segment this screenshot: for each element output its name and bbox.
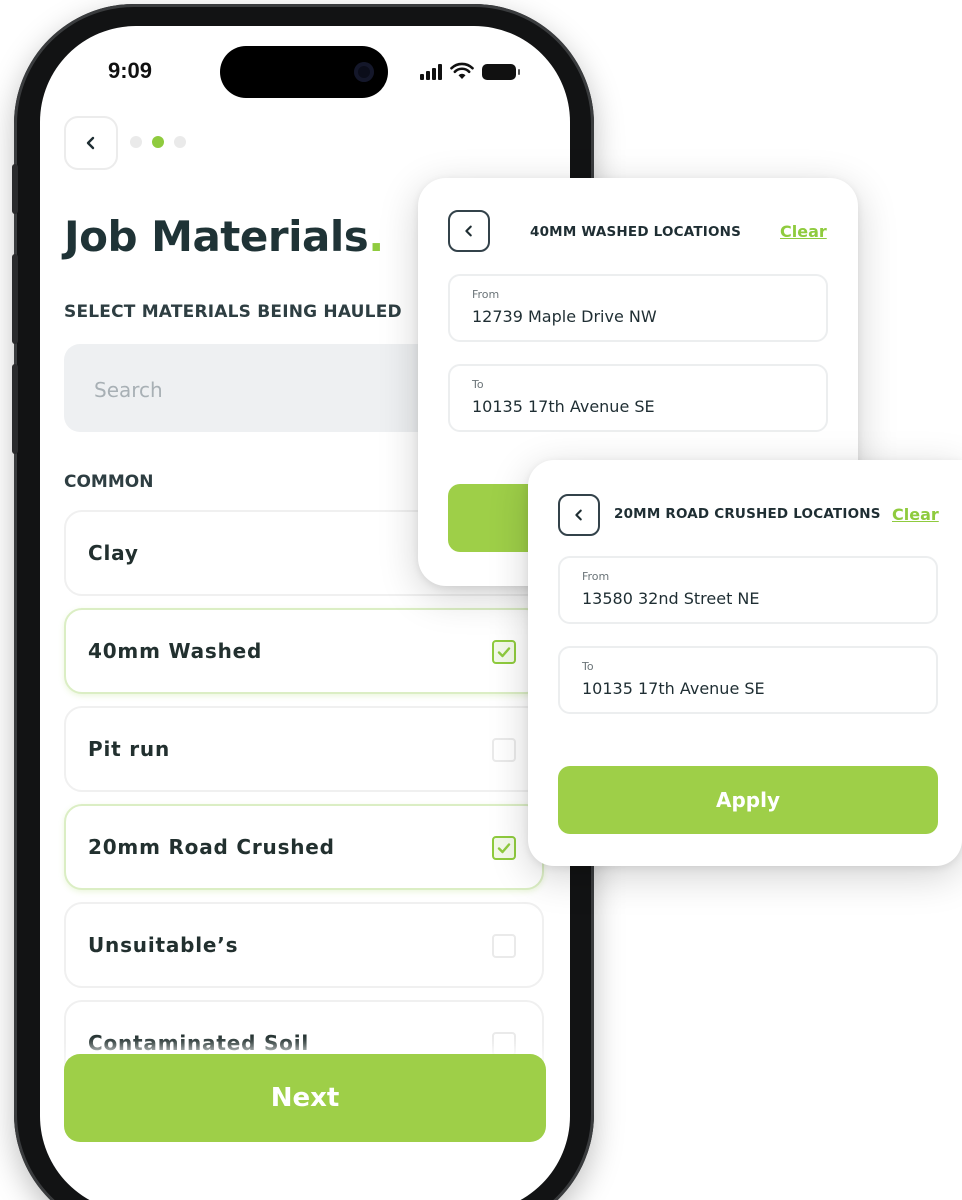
- camera-icon: [354, 62, 374, 82]
- phone-silent-switch: [12, 164, 18, 214]
- apply-button[interactable]: Apply: [558, 766, 938, 834]
- dynamic-island: [220, 46, 388, 98]
- status-time: 9:09: [108, 58, 153, 83]
- material-checkbox[interactable]: [492, 836, 516, 860]
- battery-icon: [482, 64, 520, 80]
- page-subtitle: SELECT MATERIALS BEING HAULED: [64, 302, 402, 322]
- to-value: 10135 17th Avenue SE: [472, 397, 655, 416]
- material-checkbox[interactable]: [492, 640, 516, 664]
- material-label: Contaminated Soil: [88, 1031, 310, 1055]
- to-field[interactable]: To 10135 17th Avenue SE: [448, 364, 828, 432]
- material-label: 20mm Road Crushed: [88, 835, 335, 859]
- to-field[interactable]: To 10135 17th Avenue SE: [558, 646, 938, 714]
- material-checkbox[interactable]: [492, 934, 516, 958]
- wifi-icon: [450, 62, 474, 79]
- card-back-button[interactable]: [448, 210, 490, 252]
- material-checkbox[interactable]: [492, 738, 516, 762]
- material-item-20mm-road-crushed[interactable]: 20mm Road Crushed: [64, 804, 544, 890]
- chevron-left-icon: [575, 509, 582, 521]
- location-card-20mm-road-crushed: 20MM ROAD CRUSHED LOCATIONS Clear From 1…: [528, 460, 962, 866]
- material-label: 40mm Washed: [88, 639, 263, 663]
- step-dot-1: [130, 136, 142, 148]
- check-icon: [497, 843, 511, 854]
- step-dot-2: [152, 136, 164, 148]
- material-label: Pit run: [88, 737, 170, 761]
- material-label: Clay: [88, 541, 139, 565]
- from-label: From: [472, 288, 500, 301]
- card-title: 40MM WASHED LOCATIONS: [530, 224, 742, 240]
- cellular-signal-icon: [420, 64, 442, 80]
- step-indicator: [130, 136, 186, 148]
- to-label: To: [472, 378, 484, 391]
- chevron-left-icon: [465, 225, 472, 237]
- clear-link[interactable]: Clear: [780, 222, 827, 241]
- page-title-accent: .: [368, 212, 384, 261]
- back-button[interactable]: [64, 116, 118, 170]
- section-label-common: COMMON: [64, 472, 154, 492]
- page-title-text: Job Materials: [64, 212, 369, 261]
- material-item-40mm-washed[interactable]: 40mm Washed: [64, 608, 544, 694]
- clear-link[interactable]: Clear: [892, 505, 939, 524]
- material-checkbox[interactable]: [492, 1032, 516, 1056]
- next-button[interactable]: Next: [64, 1054, 546, 1142]
- to-value: 10135 17th Avenue SE: [582, 679, 765, 698]
- card-title: 20MM ROAD CRUSHED LOCATIONS: [614, 506, 881, 522]
- page-title: Job Materials.: [64, 212, 384, 261]
- phone-volume-down: [12, 364, 18, 454]
- check-icon: [497, 647, 511, 658]
- material-item-unsuitables[interactable]: Unsuitable’s: [64, 902, 544, 988]
- phone-volume-up: [12, 254, 18, 344]
- from-value: 13580 32nd Street NE: [582, 589, 760, 608]
- from-label: From: [582, 570, 610, 583]
- chevron-left-icon: [86, 136, 95, 150]
- from-field[interactable]: From 12739 Maple Drive NW: [448, 274, 828, 342]
- material-item-pit-run[interactable]: Pit run: [64, 706, 544, 792]
- material-label: Unsuitable’s: [88, 933, 239, 957]
- to-label: To: [582, 660, 594, 673]
- from-field[interactable]: From 13580 32nd Street NE: [558, 556, 938, 624]
- from-value: 12739 Maple Drive NW: [472, 307, 657, 326]
- step-dot-3: [174, 136, 186, 148]
- status-icons: [420, 60, 520, 80]
- card-back-button[interactable]: [558, 494, 600, 536]
